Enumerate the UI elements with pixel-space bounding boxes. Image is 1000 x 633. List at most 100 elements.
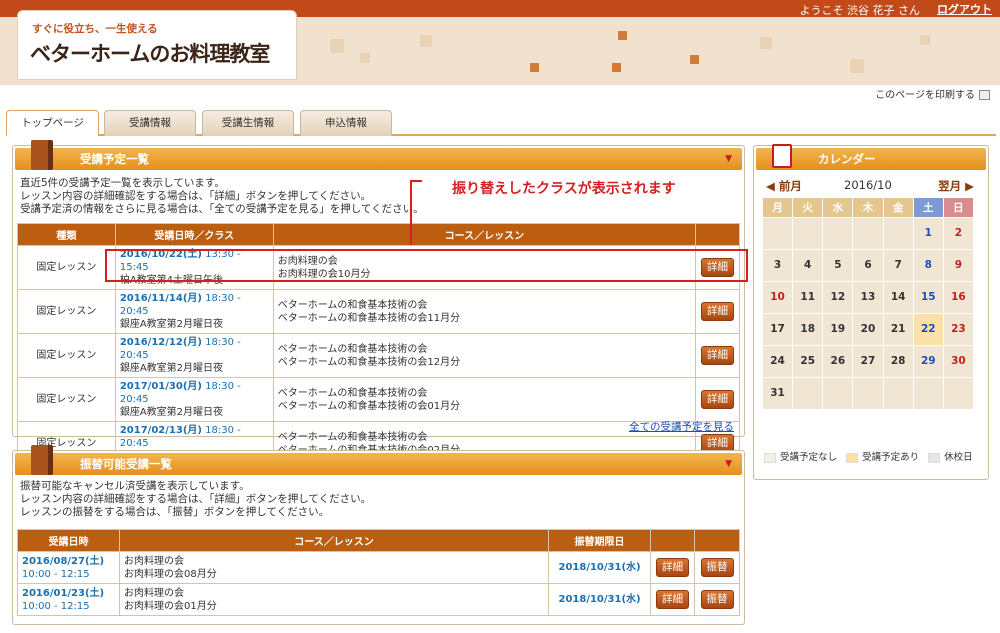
table-row: 2016/01/23(土) 10:00 - 12:15 お肉料理の会 お肉料理の会0… [17,583,740,616]
legend-swatch-holiday [928,452,941,463]
tab-student-info[interactable]: 受講生情報 [202,110,294,136]
transfer-button[interactable]: 振替 [700,590,734,609]
calendar-day[interactable]: 4 [792,249,824,282]
calendar-day[interactable]: 13 [852,281,884,314]
calendar-day[interactable]: 12 [822,281,854,314]
calendar-day[interactable]: 28 [882,345,914,378]
row-lesson-name: ベターホームの和食基本技術の会01月分 [277,400,461,412]
calendar-day-scheduled[interactable]: 22 [912,313,944,346]
row-datetime: 2017/01/30(月) 18:30 - 20:45 銀座A教室第2月曜日夜 [114,377,274,422]
col-transfer [694,529,740,552]
calendar-day[interactable]: 29 [912,345,944,378]
transfer-button[interactable]: 振替 [700,558,734,577]
calendar-day[interactable]: 17 [761,313,794,346]
calendar-day[interactable]: 7 [882,249,914,282]
row-class: 銀座A教室第2月曜日夜 [119,319,224,330]
calendar-icon [772,144,792,168]
calendar-day[interactable]: 10 [761,281,794,314]
calendar-day[interactable]: 15 [912,281,944,314]
row-course-name: ベターホームの和食基本技術の会 [277,431,428,443]
calendar-grid: 月 火 水 木 金 土 日 12 3456789 10 11 12 13 14 15 16 … [761,197,975,410]
print-label: このページを印刷する [875,90,975,101]
calendar-day[interactable]: 23 [942,313,975,346]
row-lesson-name: ベターホームの和食基本技術の会11月分 [277,312,461,324]
calendar-day[interactable]: 31 [761,377,794,410]
print-link[interactable]: このページを印刷する [875,86,990,101]
table-header-row: 種類 受講日時／クラス コース／レッスン [17,223,740,246]
calendar-day[interactable]: 25 [792,345,824,378]
detail-button[interactable]: 詳細 [656,558,690,577]
row-date: 2016/11/14(月) [119,293,202,304]
calendar-panel-header: カレンダー [756,144,986,170]
calendar-day[interactable]: 20 [852,313,884,346]
calendar-day [852,377,884,410]
calendar-day[interactable]: 16 [942,281,975,314]
calendar-day[interactable]: 3 [761,249,794,282]
calendar-title: カレンダー [818,152,876,166]
row-type: 固定レッスン [17,377,116,422]
current-month: 2016/10 [844,178,892,192]
calendar-day[interactable]: 30 [942,345,975,378]
schedule-description: 直近5件の受講予定一覧を表示しています。 レッスン内容の詳細確認をする場合は、「… [20,177,424,216]
row-course: お肉料理の会 お肉料理の会01月分 [118,583,550,616]
tab-top-page[interactable]: トップページ [6,110,99,136]
calendar-day[interactable]: 19 [822,313,854,346]
prev-month-link[interactable]: ◀ 前月 [766,178,802,194]
row-course-name: お肉料理の会 [123,555,184,567]
legend-holiday: 休校日 [944,452,973,463]
weekday-label: 水 [822,197,854,218]
annotation-text: 振り替えしたクラスが表示されます [452,181,676,197]
tab-application-info[interactable]: 申込情報 [300,110,392,136]
calendar-day[interactable]: 8 [912,249,944,282]
calendar-day[interactable]: 5 [822,249,854,282]
row-course-name: お肉料理の会 [123,587,184,599]
detail-button[interactable]: 詳細 [701,346,734,365]
detail-button[interactable]: 詳細 [701,302,734,321]
collapse-icon[interactable]: ▼ [725,453,732,475]
row-type: 固定レッスン [17,333,116,378]
row-date: 2017/02/13(月) [119,425,202,436]
row-action: 詳細 [695,289,740,334]
desc-line: 振替可能なキャンセル済受講を表示しています。 [20,480,250,492]
calendar-week: 10 11 12 13 14 15 16 [761,281,975,314]
detail-button[interactable]: 詳細 [701,390,734,409]
row-datetime: 2016/08/27(土) 10:00 - 12:15 [17,551,120,584]
calendar-day[interactable]: 9 [942,249,975,282]
calendar-day[interactable]: 1 [912,217,944,250]
logout-link[interactable]: ログアウト [937,1,992,17]
row-deadline-date: 2018/10/31(水) [558,594,641,605]
weekday-label: 木 [852,197,884,218]
logo[interactable]: すぐに役立ち、一生使える ベターホームのお料理教室 [17,10,297,80]
calendar-day[interactable]: 18 [792,313,824,346]
row-datetime: 2016/01/23(土) 10:00 - 12:15 [17,583,120,616]
detail-button[interactable]: 詳細 [656,590,690,609]
row-date: 2016/12/12(月) [119,337,202,348]
calendar-day[interactable]: 6 [852,249,884,282]
calendar-day[interactable]: 2 [942,217,975,250]
row-course: お肉料理の会 お肉料理の会08月分 [118,551,550,584]
col-detail [650,529,695,552]
transfer-panel-header: 振替可能受講一覧 ▼ [15,445,742,475]
see-all-schedule-link[interactable]: 全ての受講予定を見る [629,419,734,434]
printer-icon [979,90,990,100]
calendar-day[interactable]: 11 [792,281,824,314]
weekday-label: 金 [882,197,914,218]
calendar-day[interactable]: 21 [882,313,914,346]
next-arrow-icon: ▶ [965,179,974,193]
row-date: 2016/01/23(土) [22,587,105,599]
calendar-day[interactable]: 24 [761,345,794,378]
next-month-link[interactable]: 翌月 ▶ [938,178,974,194]
calendar-day[interactable]: 27 [852,345,884,378]
row-date: 2017/01/30(月) [119,381,202,392]
collapse-icon[interactable]: ▼ [725,148,732,170]
row-course: ベターホームの和食基本技術の会 ベターホームの和食基本技術の会01月分 [272,377,697,422]
col-deadline: 振替期限日 [548,529,652,552]
calendar-day [792,217,824,250]
tab-lesson-info[interactable]: 受講情報 [104,110,196,136]
row-lesson-name: お肉料理の会01月分 [123,600,217,612]
transfer-table: 受講日時 コース／レッスン 振替期限日 2016/08/27(土) 10:00 -… [17,529,740,616]
calendar-day[interactable]: 14 [882,281,914,314]
weekday-label: 日 [942,197,975,218]
calendar-day[interactable]: 26 [822,345,854,378]
prev-month-label: 前月 [778,179,802,193]
